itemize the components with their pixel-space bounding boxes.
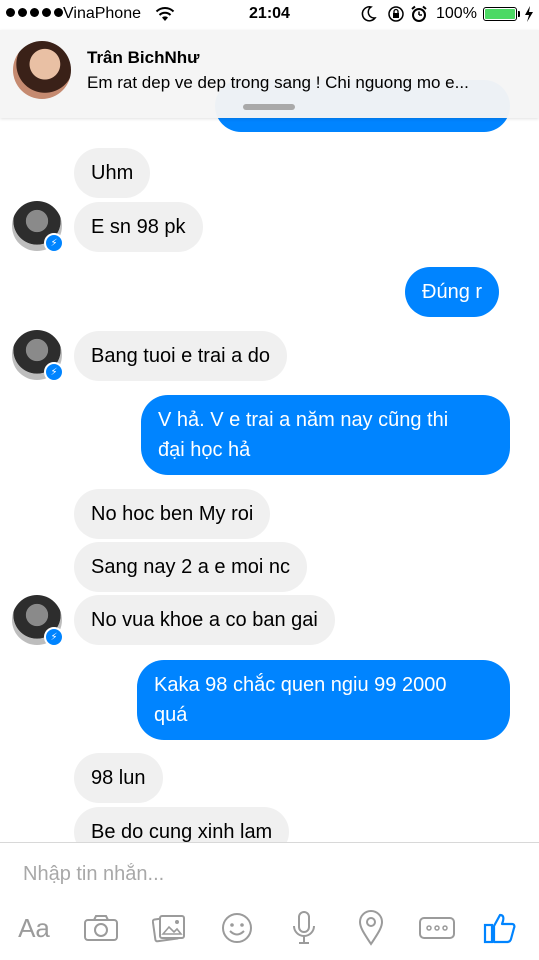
message-text: Bang tuoi e trai a do [91,345,271,367]
message-text: E sn 98 pk [91,216,186,238]
message-outgoing[interactable]: V hả. V e trai a năm nay cũng thi đại họ… [141,395,510,475]
gallery-icon[interactable] [149,905,189,951]
alarm-icon [410,5,428,28]
microphone-icon[interactable] [284,905,324,951]
message-text: Uhm [91,162,134,184]
composer-divider [0,842,539,843]
more-icon[interactable] [417,905,457,951]
messenger-badge-icon: ⚡ [44,627,64,647]
message-text: Be do cung xinh lam [91,821,273,842]
message-incoming[interactable]: No hoc ben My roi [74,489,271,539]
messenger-badge-icon: ⚡ [44,362,64,382]
status-bar: VinaPhone 21:04 100% [0,0,539,30]
message-text: Sang nay 2 a e moi nc [91,556,291,578]
composer-toolbar: Aa [0,905,539,955]
message-incoming[interactable]: No vua khoe a co ban gai [74,595,335,645]
message-outgoing[interactable]: Đúng r [405,267,500,317]
message-incoming[interactable]: Bang tuoi e trai a do [74,331,288,381]
conversation-thread[interactable]: Uhm E sn 98 pk ⚡ Đúng r Bang tuoi e trai… [0,30,539,842]
rotation-lock-icon [387,5,405,28]
message-text-line: Kaka 98 chắc quen ngiu 99 2000 [154,674,447,696]
do-not-disturb-icon [361,5,377,28]
camera-icon[interactable] [81,905,121,951]
text-format-icon[interactable]: Aa [12,905,56,951]
like-thumb-icon[interactable] [480,905,520,951]
notification-message: Em rat dep ve dep trong sang ! Chi nguon… [87,73,469,92]
location-icon[interactable] [351,905,391,951]
message-incoming[interactable]: Sang nay 2 a e moi nc [74,542,308,592]
banner-drag-handle[interactable] [243,104,295,110]
message-text: No hoc ben My roi [91,503,254,525]
messenger-badge-icon: ⚡ [44,233,64,253]
message-text-line: quá [154,704,188,726]
notification-sender: Trân BichNhư [87,48,200,67]
message-incoming[interactable]: 98 lun [74,753,163,803]
sender-avatar [13,41,71,99]
message-text: No vua khoe a co ban gai [91,609,318,631]
message-input[interactable] [0,848,539,900]
message-text: Đúng r [422,281,483,303]
message-text-line: V hả. V e trai a năm nay cũng thi [158,409,449,431]
message-text: 98 lun [91,767,146,789]
message-incoming[interactable]: Uhm [74,148,151,198]
message-text-line: đại học hả [158,439,251,461]
battery-percent: 100% [436,5,477,22]
message-incoming[interactable]: E sn 98 pk [74,202,203,252]
message-outgoing[interactable]: Kaka 98 chắc quen ngiu 99 2000 quá [137,660,510,740]
battery-icon [483,7,520,21]
message-incoming[interactable]: Be do cung xinh lam [74,807,290,842]
text-format-label: Aa [18,912,50,943]
charging-icon [524,6,534,27]
emoji-icon[interactable] [217,905,257,951]
